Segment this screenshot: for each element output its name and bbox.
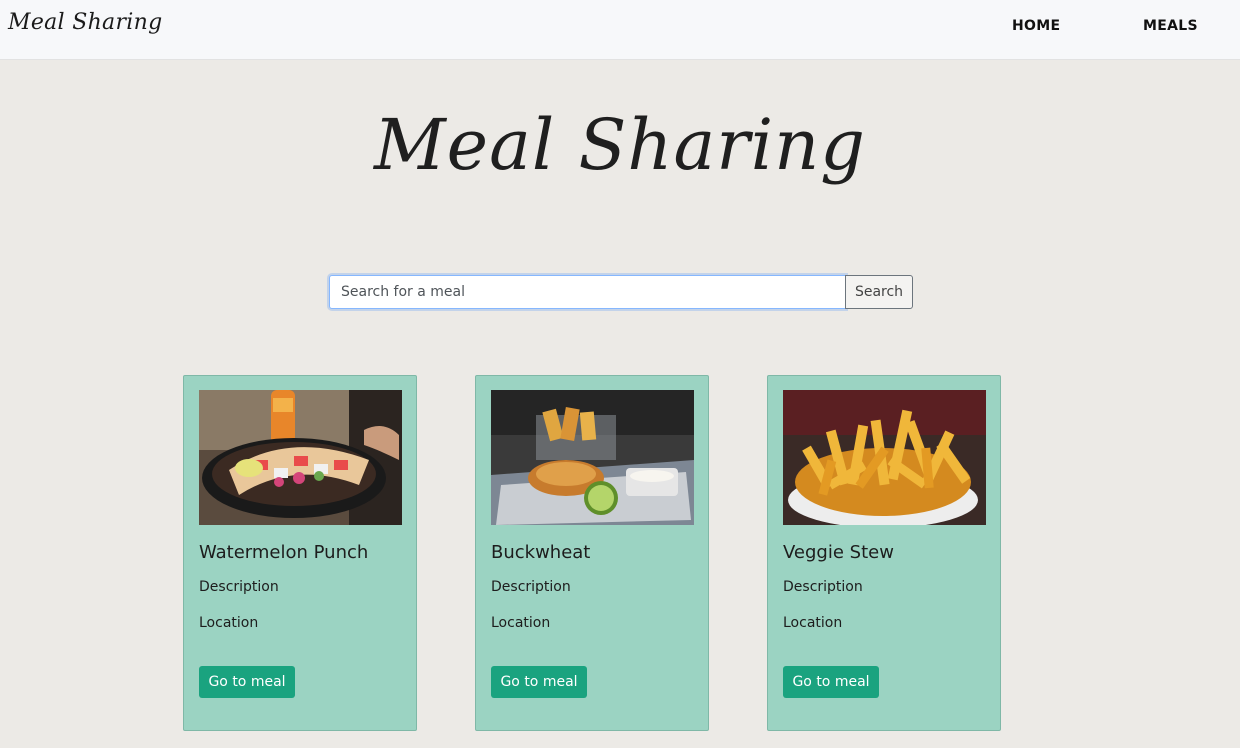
meal-description: Description (491, 579, 571, 595)
go-to-meal-button[interactable]: Go to meal (491, 666, 587, 698)
meal-title: Watermelon Punch (199, 542, 369, 563)
nav-link-home[interactable]: HOME (1012, 18, 1060, 34)
meal-location: Location (199, 615, 259, 631)
navbar: Meal Sharing HOME MEALS (0, 0, 1240, 60)
meal-location: Location (491, 615, 551, 631)
french-fries-photo (783, 390, 986, 525)
hero-title: Meal Sharing (374, 104, 866, 186)
search-button[interactable]: Search (845, 275, 913, 309)
go-to-meal-button[interactable]: Go to meal (783, 666, 879, 698)
brand-logo-link[interactable]: Meal Sharing (8, 10, 162, 35)
fish-and-chips-photo (491, 390, 694, 525)
meal-card: Buckwheat Description Location Go to mea… (475, 375, 709, 731)
taco-basket-photo (199, 390, 402, 525)
meal-card: Watermelon Punch Description Location Go… (183, 375, 417, 731)
meal-location: Location (783, 615, 843, 631)
meal-title: Veggie Stew (783, 542, 894, 563)
meal-card: Veggie Stew Description Location Go to m… (767, 375, 1001, 731)
meal-title: Buckwheat (491, 542, 591, 563)
go-to-meal-button[interactable]: Go to meal (199, 666, 295, 698)
search-input[interactable] (329, 275, 846, 309)
meal-description: Description (783, 579, 863, 595)
nav-link-meals[interactable]: MEALS (1143, 18, 1198, 34)
meal-description: Description (199, 579, 279, 595)
